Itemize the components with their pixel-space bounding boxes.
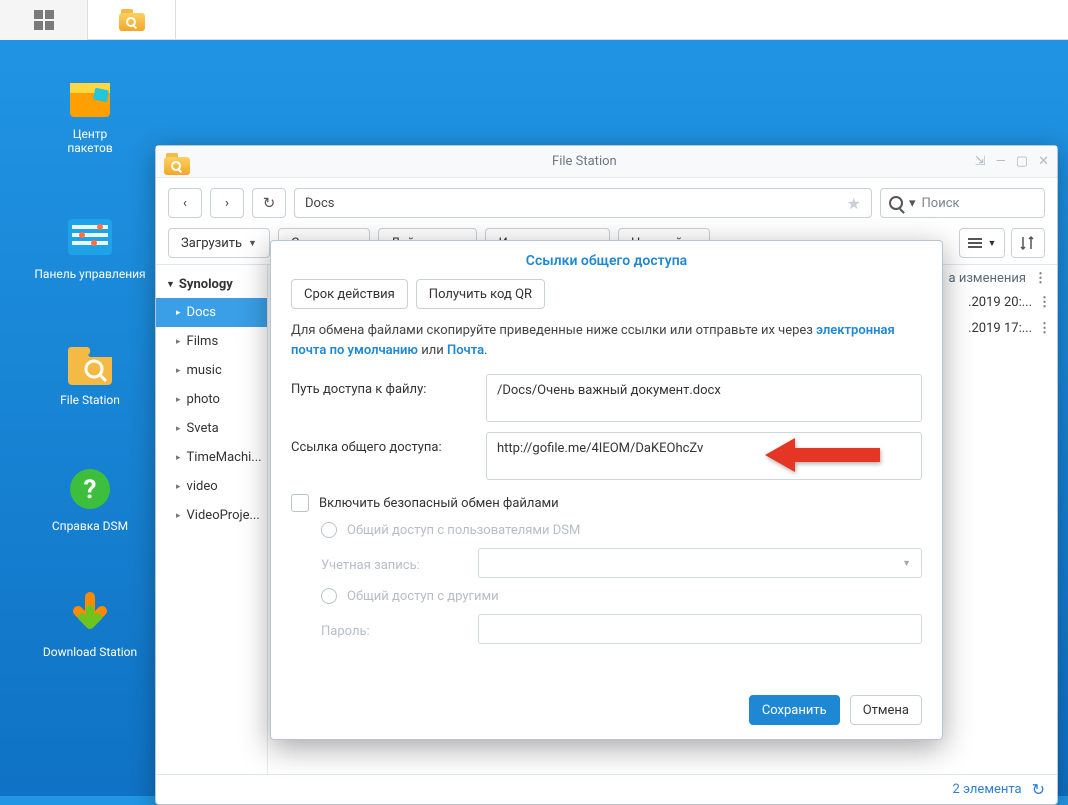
tree-item-music[interactable]: ▸music [156, 356, 267, 385]
secure-sharing-label: Включить безопасный обмен файлами [319, 496, 559, 511]
favorite-icon[interactable]: ★ [847, 194, 861, 213]
tree-item-films[interactable]: ▸Films [156, 327, 267, 356]
share-links-dialog: Ссылки общего доступа Срок действия Полу… [270, 240, 943, 740]
share-dsm-label: Общий доступ с пользователями DSM [347, 523, 580, 538]
tree-item-sveta[interactable]: ▸Sveta [156, 414, 267, 443]
column-modified[interactable]: а изменения⋮ [949, 265, 1047, 292]
titlebar: File Station ⇲ — ▢ ✕ [156, 146, 1057, 178]
cancel-button[interactable]: Отмена [850, 695, 922, 725]
password-input [478, 614, 922, 644]
folder-search-icon [119, 9, 145, 31]
share-link-label: Ссылка общего доступа: [291, 432, 486, 455]
taskbar [0, 0, 1068, 40]
share-dsm-radio [321, 522, 337, 538]
upload-button[interactable]: Загрузить▼ [168, 228, 270, 258]
sort-button[interactable] [1011, 228, 1045, 258]
apps-icon [34, 10, 54, 30]
taskbar-apps[interactable] [0, 0, 88, 40]
pin-icon[interactable]: ⇲ [975, 154, 986, 169]
reload-button[interactable] [252, 188, 286, 218]
tree-item-photo[interactable]: ▸photo [156, 385, 267, 414]
tree-item-timemachine[interactable]: ▸TimeMachi... [156, 443, 267, 472]
minimize-icon[interactable]: — [996, 154, 1006, 169]
desktop-icon-label: Справка DSM [30, 519, 150, 533]
mail-link[interactable]: Почта [447, 343, 484, 358]
account-select: ▼ [478, 548, 922, 578]
status-count: 2 элемента [952, 782, 1021, 797]
secure-sharing-checkbox[interactable] [291, 494, 309, 512]
tree-item-videoproject[interactable]: ▸VideoProje... [156, 501, 267, 530]
desktop-icon-label: File Station [30, 393, 150, 407]
desktop-icon-label: Центр пакетов [30, 127, 150, 155]
row-time-1: .2019 17:... [968, 321, 1032, 336]
location-row: ‹ › Docs ★ ▾ Поиск [156, 178, 1057, 228]
search-box[interactable]: ▾ Поиск [880, 188, 1045, 218]
desktop-icon-package-center[interactable]: Центр пакетов [30, 65, 150, 163]
window-title: File Station [194, 154, 975, 169]
tree-root[interactable]: ▼Synology [156, 271, 267, 298]
tree-item-docs[interactable]: ▸Docs [156, 298, 267, 327]
statusbar: 2 элемента ↻ [156, 774, 1057, 804]
path-field[interactable]: Docs ★ [294, 188, 872, 218]
desktop: Центр пакетов Панель управления File Sta… [0, 40, 1068, 796]
save-button[interactable]: Сохранить [749, 695, 840, 725]
expiry-button[interactable]: Срок действия [291, 279, 408, 309]
path-text: Docs [305, 196, 334, 211]
dialog-title: Ссылки общего доступа [271, 241, 942, 279]
row-menu-0[interactable]: ⋮ [1038, 295, 1051, 310]
desktop-icon-label: Download Station [30, 645, 150, 659]
window-icon [164, 153, 184, 171]
password-label: Пароль: [321, 620, 466, 639]
desktop-icon-dsm-help[interactable]: ? Справка DSM [30, 457, 150, 541]
tree-item-video[interactable]: ▸video [156, 472, 267, 501]
file-path-label: Путь доступа к файлу: [291, 374, 486, 397]
status-reload-icon[interactable]: ↻ [1032, 780, 1045, 799]
row-menu-1[interactable]: ⋮ [1038, 321, 1051, 336]
annotation-arrow [765, 430, 885, 484]
maximize-icon[interactable]: ▢ [1016, 154, 1028, 169]
file-path-value[interactable]: /Docs/Очень важный документ.docx [486, 374, 922, 422]
nav-forward-button[interactable]: › [210, 188, 244, 218]
desktop-icon-file-station[interactable]: File Station [30, 331, 150, 415]
taskbar-filestation[interactable] [88, 0, 176, 40]
close-icon[interactable]: ✕ [1038, 154, 1049, 169]
desktop-icon-label: Панель управления [30, 267, 150, 281]
dialog-description: Для обмена файлами скопируйте приведенны… [291, 321, 922, 360]
desktop-icon-control-panel[interactable]: Панель управления [30, 205, 150, 289]
svg-text:?: ? [84, 475, 97, 505]
account-label: Учетная запись: [321, 554, 466, 573]
share-others-label: Общий доступ с другими [347, 589, 499, 604]
qr-button[interactable]: Получить код QR [416, 279, 545, 309]
share-others-radio [321, 588, 337, 604]
search-icon [889, 196, 903, 210]
view-list-button[interactable]: ▼ [959, 228, 1005, 258]
desktop-icon-download-station[interactable]: Download Station [30, 583, 150, 667]
nav-back-button[interactable]: ‹ [168, 188, 202, 218]
folder-tree: ▼Synology ▸Docs ▸Films ▸music ▸photo ▸Sv… [156, 265, 268, 774]
search-placeholder: Поиск [922, 196, 960, 211]
row-time-0: .2019 20:... [968, 295, 1032, 310]
